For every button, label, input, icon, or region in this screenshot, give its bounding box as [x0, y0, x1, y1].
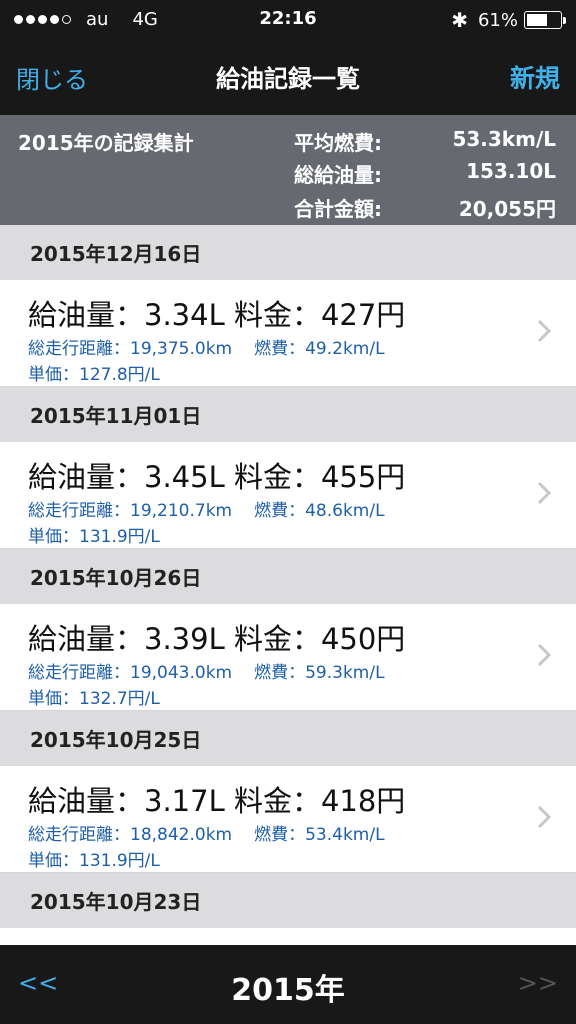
record-unit-price: 単価：132.7円/L	[28, 689, 160, 709]
record-main-text: 給油量：3.34L 料金：427円	[28, 298, 406, 332]
record-efficiency: 燃費：49.2km/L	[254, 339, 385, 359]
chevron-right-icon	[537, 643, 552, 667]
record-row-partial[interactable]	[0, 928, 576, 945]
total-cost-label: 合計金額:	[294, 197, 382, 221]
summary-year-label: 2015年の記録集計	[18, 131, 194, 155]
section-header-date: 2015年10月25日	[0, 711, 576, 766]
section-header-date: 2015年11月01日	[0, 387, 576, 442]
record-list[interactable]: 2015年12月16日 給油量：3.34L 料金：427円 総走行距離：19,3…	[0, 225, 576, 945]
yearly-summary: 2015年の記録集計 平均燃費: 53.3km/L 総給油量: 153.10L …	[0, 115, 576, 225]
status-right: ✱ 61%	[451, 8, 566, 32]
record-distance: 総走行距離：19,375.0km	[28, 339, 233, 359]
record-efficiency: 燃費：48.6km/L	[254, 501, 385, 521]
section-header-date: 2015年12月16日	[0, 225, 576, 280]
record-unit-price: 単価：131.9円/L	[28, 527, 160, 547]
battery-icon	[524, 11, 566, 29]
record-distance: 総走行距離：18,842.0km	[28, 825, 233, 845]
record-main-text: 給油量：3.45L 料金：455円	[28, 460, 406, 494]
summary-cost-row: 合計金額: 20,055円	[294, 193, 556, 223]
record-main-text: 給油量：3.17L 料金：418円	[28, 784, 406, 818]
record-unit-price: 単価：131.9円/L	[28, 851, 160, 871]
year-selector-bar: << 2015年 >>	[0, 945, 576, 1024]
record-efficiency: 燃費：53.4km/L	[254, 825, 385, 845]
summary-fuel-row: 総給油量: 153.10L	[294, 159, 556, 189]
record-unit-price: 単価：127.8円/L	[28, 365, 160, 385]
page-title: 給油記録一覧	[216, 65, 360, 93]
record-row[interactable]: 給油量：3.34L 料金：427円 総走行距離：19,375.0km 燃費：49.…	[0, 280, 576, 387]
record-detail-line: 総走行距離：19,375.0km 燃費：49.2km/L	[28, 334, 385, 359]
record-detail-line: 総走行距離：19,210.7km 燃費：48.6km/L	[28, 496, 385, 521]
record-distance: 総走行距離：19,043.0km	[28, 663, 233, 683]
summary-avg-row: 平均燃費: 53.3km/L	[294, 127, 556, 157]
record-distance: 総走行距離：19,210.7km	[28, 501, 233, 521]
next-year-button[interactable]: >>	[518, 969, 558, 997]
battery-percent: 61%	[477, 9, 518, 31]
status-bar: au 4G 22:16 ✱ 61%	[0, 0, 576, 40]
total-fuel-label: 総給油量:	[294, 163, 382, 187]
record-efficiency: 燃費：59.3km/L	[254, 663, 385, 683]
bluetooth-icon: ✱	[451, 8, 468, 32]
chevron-right-icon	[537, 319, 552, 343]
battery-fill	[527, 14, 547, 26]
total-fuel-value: 153.10L	[466, 159, 556, 183]
total-cost-value: 20,055円	[458, 197, 556, 221]
section-header-date: 2015年10月23日	[0, 873, 576, 928]
record-detail-line: 総走行距離：19,043.0km 燃費：59.3km/L	[28, 658, 385, 683]
record-main-text: 給油量：3.39L 料金：450円	[28, 622, 406, 656]
record-detail-line: 総走行距離：18,842.0km 燃費：53.4km/L	[28, 820, 385, 845]
navigation-bar: 閉じる 給油記録一覧 新規	[0, 40, 576, 115]
chevron-right-icon	[537, 481, 552, 505]
record-row[interactable]: 給油量：3.45L 料金：455円 総走行距離：19,210.7km 燃費：48.…	[0, 442, 576, 549]
avg-efficiency-label: 平均燃費:	[294, 131, 382, 155]
current-year-label: 2015年	[231, 973, 345, 1008]
record-row[interactable]: 給油量：3.17L 料金：418円 総走行距離：18,842.0km 燃費：53.…	[0, 766, 576, 873]
new-record-button[interactable]: 新規	[510, 59, 560, 95]
avg-efficiency-value: 53.3km/L	[452, 127, 556, 151]
section-header-date: 2015年10月26日	[0, 549, 576, 604]
record-row[interactable]: 給油量：3.39L 料金：450円 総走行距離：19,043.0km 燃費：59.…	[0, 604, 576, 711]
chevron-right-icon	[537, 805, 552, 829]
